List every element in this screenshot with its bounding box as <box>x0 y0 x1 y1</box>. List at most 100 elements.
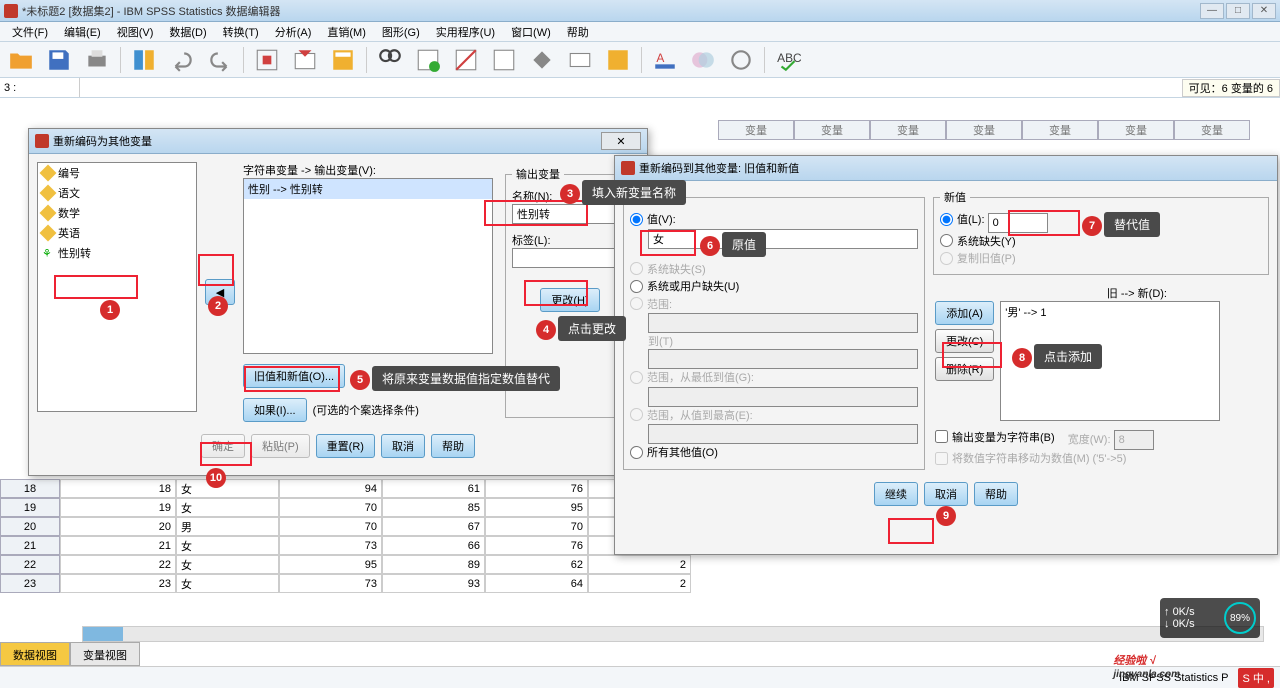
data-cell[interactable]: 76 <box>485 536 588 555</box>
data-cell[interactable]: 64 <box>485 574 588 593</box>
data-cell[interactable]: 73 <box>279 574 382 593</box>
weight-icon[interactable] <box>489 45 519 75</box>
reset-button[interactable]: 重置(R) <box>316 434 375 458</box>
source-variable-list[interactable]: 编号 语文 数学 英语 性别转 <box>37 162 197 412</box>
insert-case-icon[interactable] <box>413 45 443 75</box>
close-button[interactable]: ✕ <box>1252 3 1276 19</box>
col-header[interactable]: 变量 <box>1174 120 1250 140</box>
list-item[interactable]: 语文 <box>38 183 196 203</box>
output-name-input[interactable] <box>512 204 628 224</box>
recall-icon[interactable] <box>129 45 159 75</box>
data-cell[interactable]: 21 <box>60 536 176 555</box>
variables-icon[interactable] <box>328 45 358 75</box>
data-cell[interactable]: 女 <box>176 555 279 574</box>
data-cell[interactable]: 89 <box>382 555 485 574</box>
list-item[interactable]: 性别转 <box>38 243 196 263</box>
if-button[interactable]: 如果(I)... <box>243 398 307 422</box>
minimize-button[interactable]: — <box>1200 3 1224 19</box>
new-value-radio[interactable]: 值(L): <box>940 211 985 227</box>
data-cell[interactable]: 66 <box>382 536 485 555</box>
maximize-button[interactable]: □ <box>1226 3 1250 19</box>
menu-data[interactable]: 数据(D) <box>161 22 214 42</box>
user-missing-radio[interactable]: 系统或用户缺失(U) <box>630 278 739 294</box>
list-item[interactable]: '男' --> 1 <box>1001 302 1219 322</box>
row-number[interactable]: 20 <box>0 517 60 536</box>
data-cell[interactable]: 18 <box>60 479 176 498</box>
tab-variable-view[interactable]: 变量视图 <box>70 642 140 666</box>
data-cell[interactable]: 73 <box>279 536 382 555</box>
all-other-radio[interactable]: 所有其他值(O) <box>630 444 718 460</box>
mapping-list[interactable]: 性别 --> 性别转 <box>243 178 493 354</box>
help-button[interactable]: 帮助 <box>974 482 1018 506</box>
data-cell[interactable]: 22 <box>60 555 176 574</box>
menu-graphs[interactable]: 图形(G) <box>374 22 428 42</box>
output-label-input[interactable] <box>512 248 628 268</box>
sets-icon[interactable] <box>688 45 718 75</box>
print-icon[interactable] <box>82 45 112 75</box>
horizontal-scrollbar[interactable] <box>82 626 1264 642</box>
row-number[interactable]: 18 <box>0 479 60 498</box>
col-header[interactable]: 变量 <box>1022 120 1098 140</box>
col-header[interactable]: 变量 <box>794 120 870 140</box>
change-map-button[interactable]: 更改(C) <box>935 329 994 353</box>
list-item[interactable]: 英语 <box>38 223 196 243</box>
menu-file[interactable]: 文件(F) <box>4 22 56 42</box>
undo-icon[interactable] <box>167 45 197 75</box>
cancel-button[interactable]: 取消 <box>381 434 425 458</box>
data-cell[interactable]: 94 <box>279 479 382 498</box>
data-cell[interactable]: 20 <box>60 517 176 536</box>
new-value-input[interactable] <box>988 213 1048 233</box>
data-cell[interactable]: 女 <box>176 479 279 498</box>
list-item[interactable]: 性别 --> 性别转 <box>244 179 492 199</box>
select-icon[interactable] <box>527 45 557 75</box>
data-cell[interactable]: 67 <box>382 517 485 536</box>
row-number[interactable]: 21 <box>0 536 60 555</box>
row-number[interactable]: 23 <box>0 574 60 593</box>
save-icon[interactable] <box>44 45 74 75</box>
data-cell[interactable]: 2 <box>588 574 691 593</box>
tab-data-view[interactable]: 数据视图 <box>0 642 70 666</box>
split-icon[interactable] <box>451 45 481 75</box>
data-cell[interactable]: 2 <box>588 555 691 574</box>
help-button[interactable]: 帮助 <box>431 434 475 458</box>
open-icon[interactable] <box>6 45 36 75</box>
remove-button[interactable]: 删除(R) <box>935 357 994 381</box>
data-cell[interactable]: 61 <box>382 479 485 498</box>
old-value-input[interactable] <box>648 229 918 249</box>
ok-button[interactable]: 确定 <box>201 434 245 458</box>
menu-view[interactable]: 视图(V) <box>109 22 162 42</box>
data-cell[interactable]: 70 <box>485 517 588 536</box>
data-cell[interactable]: 85 <box>382 498 485 517</box>
goto-var-icon[interactable] <box>290 45 320 75</box>
menu-help[interactable]: 帮助 <box>559 22 597 42</box>
data-cell[interactable]: 女 <box>176 536 279 555</box>
menu-window[interactable]: 窗口(W) <box>503 22 559 42</box>
col-header[interactable]: 变量 <box>870 120 946 140</box>
output-string-checkbox[interactable]: 输出变量为字符串(B) <box>935 429 1055 445</box>
goto-icon[interactable] <box>252 45 282 75</box>
old-new-values-button[interactable]: 旧值和新值(O)... <box>243 364 345 388</box>
change-button[interactable]: 更改(H) <box>540 288 599 312</box>
redo-icon[interactable] <box>205 45 235 75</box>
data-cell[interactable]: 女 <box>176 574 279 593</box>
use-sets-icon[interactable] <box>603 45 633 75</box>
find-icon[interactable] <box>375 45 405 75</box>
customize-icon[interactable] <box>726 45 756 75</box>
menu-transform[interactable]: 转换(T) <box>215 22 267 42</box>
data-cell[interactable]: 女 <box>176 498 279 517</box>
menu-utilities[interactable]: 实用程序(U) <box>428 22 503 42</box>
data-cell[interactable]: 95 <box>279 555 382 574</box>
col-header[interactable]: 变量 <box>1098 120 1174 140</box>
cancel-button[interactable]: 取消 <box>924 482 968 506</box>
show-labels-icon[interactable]: A <box>650 45 680 75</box>
close-icon[interactable]: ✕ <box>601 132 641 150</box>
list-item[interactable]: 编号 <box>38 163 196 183</box>
row-number[interactable]: 19 <box>0 498 60 517</box>
data-cell[interactable]: 19 <box>60 498 176 517</box>
spellcheck-icon[interactable]: ABC <box>773 45 803 75</box>
add-button[interactable]: 添加(A) <box>935 301 994 325</box>
data-cell[interactable]: 70 <box>279 517 382 536</box>
data-cell[interactable]: 62 <box>485 555 588 574</box>
data-cell[interactable]: 23 <box>60 574 176 593</box>
row-number[interactable]: 22 <box>0 555 60 574</box>
